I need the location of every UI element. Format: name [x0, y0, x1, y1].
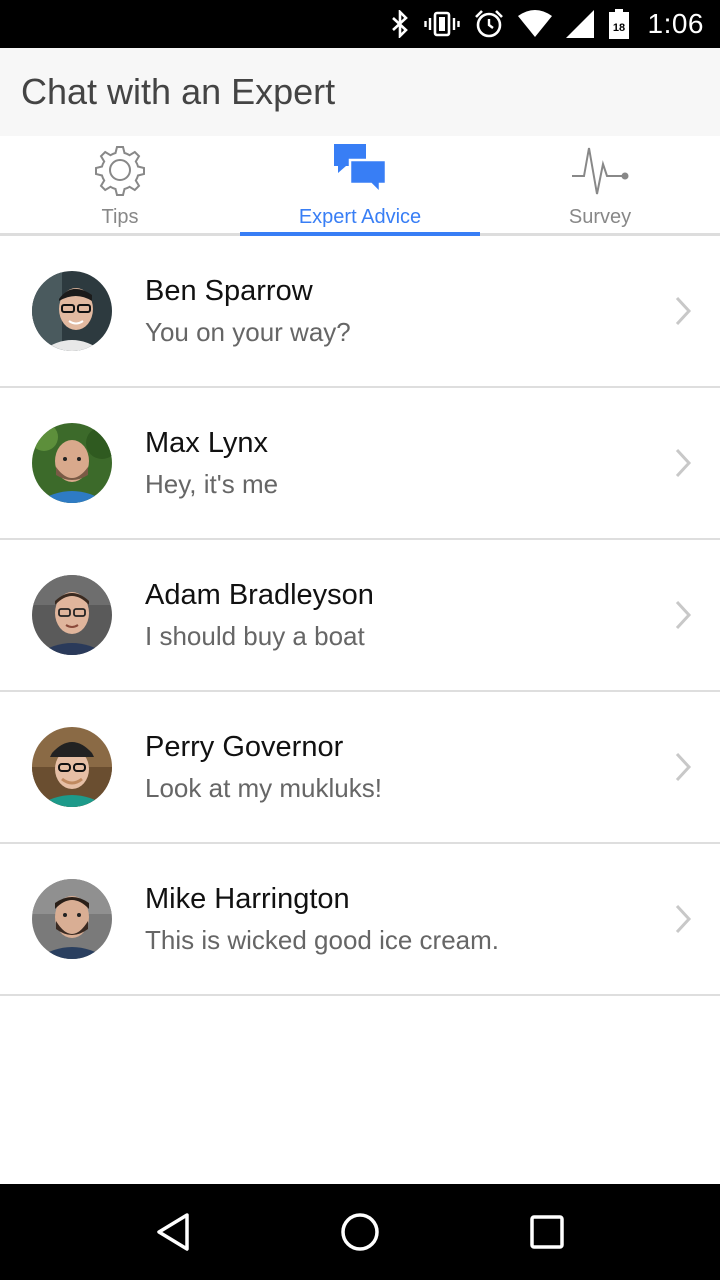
battery-level: 18 [612, 22, 624, 34]
alarm-icon [474, 10, 503, 38]
home-button[interactable] [330, 1202, 390, 1262]
tab-survey[interactable]: Survey [480, 136, 720, 233]
chat-name: Adam Bradleyson [145, 579, 374, 611]
chat-message: I should buy a boat [145, 621, 365, 651]
app-header: Chat with an Expert [0, 48, 720, 136]
chevron-right-icon [675, 600, 692, 630]
chevron-right-icon [675, 296, 692, 326]
tab-label: Tips [101, 206, 139, 228]
back-icon [157, 1213, 190, 1251]
chat-list: Ben Sparrow You on your way? Max Lynx He… [0, 236, 720, 996]
avatar [32, 879, 112, 959]
status-time: 1:06 [647, 8, 704, 39]
recents-icon [529, 1215, 564, 1249]
bluetooth-icon [391, 10, 408, 38]
chevron-right-icon [675, 448, 692, 478]
system-nav-bar [0, 1184, 720, 1280]
page-title: Chat with an Expert [21, 71, 336, 112]
tab-label: Survey [568, 206, 632, 228]
chat-message: Hey, it's me [145, 469, 279, 499]
avatar [32, 575, 112, 655]
chat-name: Perry Governor [145, 731, 344, 763]
chat-name: Mike Harrington [145, 883, 350, 915]
chat-bubbles-icon [332, 142, 388, 198]
chat-name: Ben Sparrow [145, 275, 313, 307]
recents-button[interactable] [517, 1202, 577, 1262]
tab-bar: Tips Expert Advice Survey [0, 136, 720, 236]
signal-icon [565, 10, 594, 38]
tab-tips[interactable]: Tips [0, 136, 240, 233]
pulse-icon [570, 142, 630, 198]
chevron-right-icon [675, 904, 692, 934]
chat-item-mike-harrington[interactable]: Mike Harrington This is wicked good ice … [0, 844, 720, 996]
back-button[interactable] [143, 1202, 203, 1262]
avatar [32, 271, 112, 351]
chat-item-perry-governor[interactable]: Perry Governor Look at my mukluks! [0, 692, 720, 844]
status-bar: 18 1:06 [0, 0, 720, 48]
chevron-right-icon [675, 752, 692, 782]
battery-icon: 18 [608, 9, 629, 39]
avatar [32, 727, 112, 807]
tab-expert-advice[interactable]: Expert Advice [240, 136, 480, 236]
chat-item-max-lynx[interactable]: Max Lynx Hey, it's me [0, 388, 720, 540]
chat-item-ben-sparrow[interactable]: Ben Sparrow You on your way? [0, 236, 720, 388]
chat-message: You on your way? [145, 317, 351, 347]
gear-icon [94, 142, 146, 198]
avatar [32, 423, 112, 503]
vibrate-icon [423, 11, 460, 37]
chat-message: This is wicked good ice cream. [145, 925, 500, 955]
home-icon [341, 1213, 379, 1251]
chat-item-adam-bradleyson[interactable]: Adam Bradleyson I should buy a boat [0, 540, 720, 692]
chat-name: Max Lynx [145, 427, 269, 459]
wifi-icon [517, 10, 552, 37]
tab-label: Expert Advice [298, 206, 422, 228]
chat-message: Look at my mukluks! [145, 773, 382, 803]
